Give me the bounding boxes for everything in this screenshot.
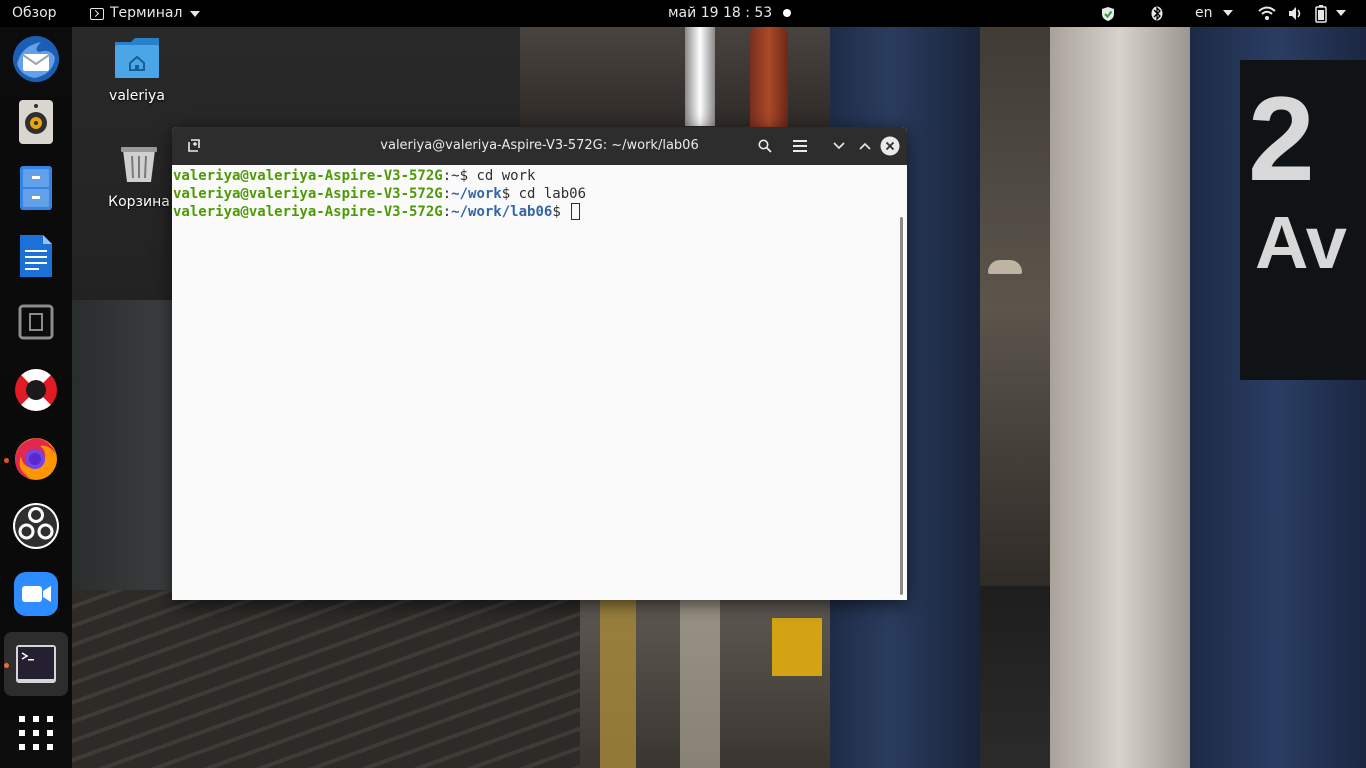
prompt-path: ~ (451, 168, 460, 184)
language-label: en (1195, 5, 1213, 21)
clock[interactable]: май 19 18 : 53 (668, 0, 772, 27)
notification-dot (783, 9, 791, 17)
prompt-path: ~/work/lab06 (451, 204, 553, 220)
chevron-down-icon (1222, 10, 1233, 16)
dock-item-screenshot[interactable] (4, 290, 68, 354)
shield-icon[interactable] (1101, 0, 1115, 27)
volume-icon[interactable] (1288, 0, 1304, 27)
prompt-user: valeriya@valeriya-Aspire-V3-572G (173, 204, 443, 220)
minimize-button[interactable] (829, 136, 849, 156)
menu-button[interactable] (790, 136, 810, 156)
thunderbird-icon (13, 36, 59, 82)
prompt-symbol: $ (501, 186, 519, 202)
app-menu[interactable]: Терминал (90, 0, 201, 27)
terminal-line: valeriya@valeriya-Aspire-V3-572G:~$ cd w… (173, 167, 907, 185)
chevron-down-icon (833, 142, 845, 150)
dock-item-help[interactable] (4, 358, 68, 422)
terminal-line: valeriya@valeriya-Aspire-V3-572G:~/work/… (173, 203, 907, 221)
file-cabinet-icon (20, 166, 52, 210)
app-menu-label: Терминал (110, 5, 183, 21)
obs-icon (13, 503, 59, 549)
language-indicator[interactable]: en (1195, 0, 1233, 27)
dock-item-files[interactable] (4, 156, 68, 220)
activities-button[interactable]: Обзор (12, 0, 57, 27)
prompt-symbol: $ (552, 204, 570, 220)
speaker-icon (19, 100, 53, 144)
terminal-window: valeriya@valeriya-Aspire-V3-572G: ~/work… (172, 127, 907, 600)
home-folder-label: valeriya (109, 88, 165, 104)
document-icon (20, 235, 52, 277)
chevron-down-icon (1336, 10, 1346, 16)
command-text: cd lab06 (518, 186, 587, 202)
terminal-output[interactable]: valeriya@valeriya-Aspire-V3-572G:~$ cd w… (172, 165, 907, 600)
dock-item-thunderbird[interactable] (4, 27, 68, 91)
scrollbar[interactable] (900, 217, 903, 595)
bluetooth-icon[interactable] (1151, 0, 1163, 27)
battery-icon[interactable] (1314, 0, 1328, 27)
dock-item-rhythmbox[interactable] (4, 90, 68, 154)
firefox-icon (15, 438, 57, 480)
close-button[interactable] (880, 136, 900, 156)
dock (0, 27, 72, 768)
lifebuoy-icon (15, 369, 57, 411)
top-bar: Обзор Терминал май 19 18 : 53 en (0, 0, 1366, 27)
home-folder-icon (115, 38, 159, 78)
prompt-symbol: $ (459, 168, 477, 184)
search-button[interactable] (755, 136, 775, 156)
search-icon (758, 139, 772, 153)
desktop-icon-home[interactable]: valeriya (92, 36, 182, 104)
prompt-user: valeriya@valeriya-Aspire-V3-572G (173, 168, 443, 184)
maximize-button[interactable] (855, 136, 875, 156)
power-menu-caret[interactable] (1334, 0, 1346, 27)
desktop-icon-trash[interactable]: Корзина (94, 144, 184, 210)
dock-item-terminal[interactable] (4, 632, 68, 696)
zoom-icon (14, 572, 58, 616)
prompt-path: ~/work (451, 186, 502, 202)
text-cursor (571, 203, 581, 220)
chevron-up-icon (859, 142, 871, 150)
terminal-line: valeriya@valeriya-Aspire-V3-572G:~/work$… (173, 185, 907, 203)
trash-icon (121, 147, 157, 182)
dock-item-zoom[interactable] (4, 562, 68, 626)
trash-label: Корзина (108, 194, 170, 210)
command-text: cd work (476, 168, 536, 184)
terminal-icon (16, 645, 56, 683)
prompt-separator: : (442, 204, 452, 220)
hamburger-menu-icon (793, 140, 807, 152)
chevron-down-icon (190, 10, 201, 17)
dock-item-writer[interactable] (4, 224, 68, 288)
dock-item-firefox[interactable] (4, 426, 68, 490)
prompt-separator: : (442, 168, 452, 184)
app-grid-icon (19, 716, 53, 750)
prompt-separator: : (442, 186, 452, 202)
show-apps-button[interactable] (4, 701, 68, 765)
terminal-small-icon (90, 7, 104, 20)
terminal-headerbar[interactable]: valeriya@valeriya-Aspire-V3-572G: ~/work… (172, 127, 907, 165)
dock-item-obs[interactable] (4, 494, 68, 558)
wifi-icon[interactable] (1258, 0, 1276, 27)
screenshot-icon (18, 304, 54, 340)
close-icon (880, 136, 900, 156)
prompt-user: valeriya@valeriya-Aspire-V3-572G (173, 186, 443, 202)
